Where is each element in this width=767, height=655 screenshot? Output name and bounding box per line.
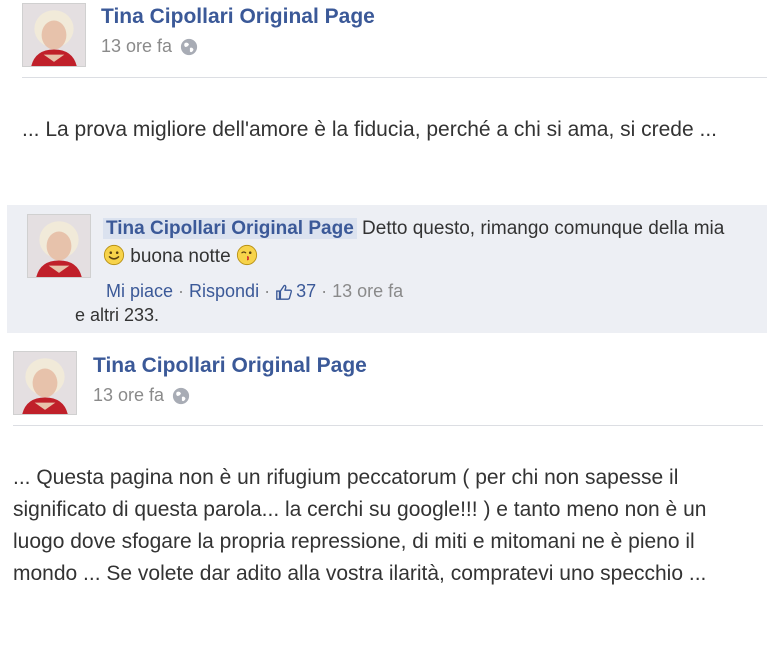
thumbs-up-icon[interactable] xyxy=(275,283,293,301)
like-count[interactable]: 37 xyxy=(296,281,316,302)
comment-avatar[interactable] xyxy=(27,214,91,278)
reply-link[interactable]: Rispondi xyxy=(189,281,259,302)
separator: · xyxy=(178,281,185,301)
comment-text-part2: buona notte xyxy=(130,246,231,267)
post-text: ... Questa pagina non è un rifugium pecc… xyxy=(13,466,707,585)
avatar-image xyxy=(28,215,90,277)
avatar-image xyxy=(23,4,85,66)
comment-actions: Mi piace · Rispondi · 37 · 13 ore fa xyxy=(106,281,403,302)
separator: · xyxy=(264,281,271,301)
comment-text-part1: Detto questo, rimango comunque della mia xyxy=(362,218,725,239)
comment-author[interactable]: Tina Cipollari Original Page xyxy=(103,218,357,239)
post-time[interactable]: 13 ore fa xyxy=(101,36,172,57)
post-meta: 13 ore fa xyxy=(93,385,190,406)
post-author[interactable]: Tina Cipollari Original Page xyxy=(101,5,375,29)
post-author[interactable]: Tina Cipollari Original Page xyxy=(93,354,367,378)
globe-icon[interactable] xyxy=(180,38,198,56)
like-link[interactable]: Mi piace xyxy=(106,281,173,302)
separator: · xyxy=(321,281,328,301)
likers-summary[interactable]: e altri 233. xyxy=(75,305,159,326)
comment-time[interactable]: 13 ore fa xyxy=(332,281,403,302)
post-text: ... La prova migliore dell'amore è la fi… xyxy=(22,118,717,141)
kiss-wink-icon xyxy=(236,244,258,266)
post-time[interactable]: 13 ore fa xyxy=(93,385,164,406)
avatar-image xyxy=(14,352,76,414)
post-meta: 13 ore fa xyxy=(101,36,198,57)
profile-avatar[interactable] xyxy=(13,351,77,415)
comment-body: Tina Cipollari Original Page Detto quest… xyxy=(103,215,743,271)
divider xyxy=(13,425,763,426)
profile-avatar[interactable] xyxy=(22,3,86,67)
smiley-icon xyxy=(103,244,125,266)
globe-icon[interactable] xyxy=(172,387,190,405)
divider xyxy=(22,77,767,78)
